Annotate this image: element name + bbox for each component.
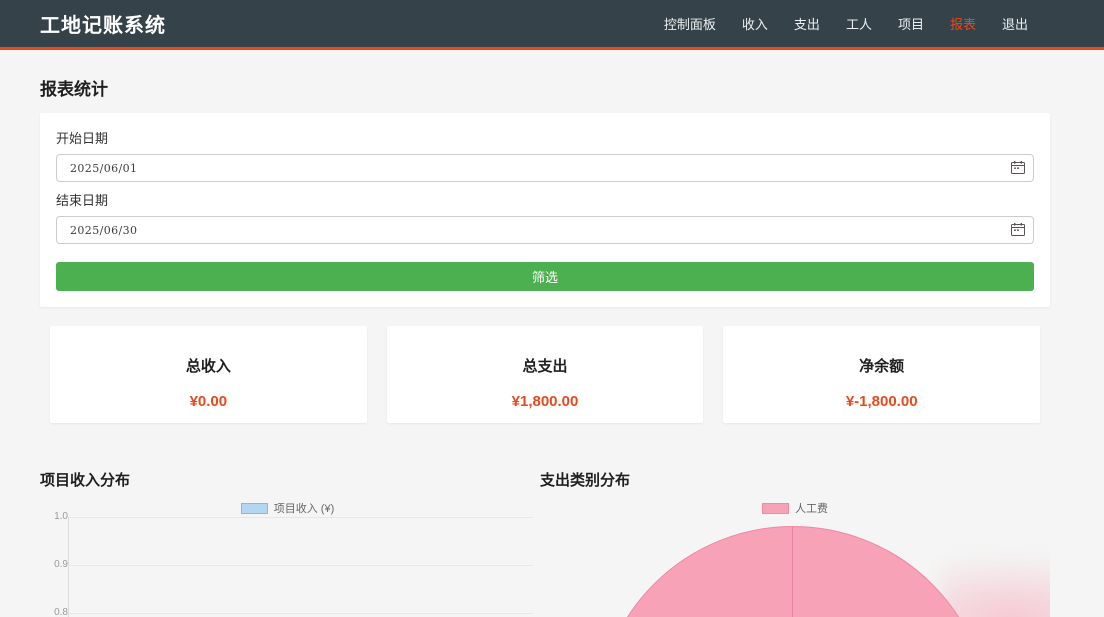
nav-item-dashboard[interactable]: 控制面板: [664, 14, 716, 33]
stat-card-expense: 总支出 ¥1,800.00: [387, 326, 704, 423]
nav-item-logout[interactable]: 退出: [1002, 14, 1028, 33]
chart-title: 项目收入分布: [40, 463, 535, 490]
calendar-icon[interactable]: [1011, 161, 1025, 174]
y-axis-line: [68, 517, 69, 617]
navbar: 工地记账系统 控制面板 收入 支出 工人 项目 报表 退出: [0, 0, 1104, 50]
main-nav: 控制面板 收入 支出 工人 项目 报表 退出: [664, 14, 1028, 33]
filter-card: 开始日期 结束日期 筛选: [40, 113, 1050, 307]
stat-value: ¥1,800.00: [387, 393, 704, 410]
expense-pie-chart: 支出类别分布 人工费: [540, 463, 1050, 617]
end-date-wrap: [56, 216, 1034, 244]
stat-value: ¥-1,800.00: [723, 393, 1040, 410]
nav-item-reports[interactable]: 报表: [950, 14, 976, 33]
end-date-input[interactable]: [56, 216, 1034, 244]
legend-label: 项目收入 (¥): [274, 500, 335, 516]
app-title: 工地记账系统: [40, 9, 166, 38]
stat-value: ¥0.00: [50, 393, 367, 410]
gridline: [68, 565, 533, 566]
stats-row: 总收入 ¥0.00 总支出 ¥1,800.00 净余额 ¥-1,800.00: [40, 326, 1050, 423]
bar-chart-legend[interactable]: 项目收入 (¥): [40, 500, 535, 516]
pie-area: [540, 463, 1050, 617]
y-tick: 0.8: [44, 607, 68, 617]
stat-label: 净余额: [723, 355, 1040, 376]
y-tick: 1.0: [44, 511, 68, 522]
nav-item-workers[interactable]: 工人: [846, 14, 872, 33]
calendar-icon[interactable]: [1011, 223, 1025, 236]
nav-item-income[interactable]: 收入: [742, 14, 768, 33]
start-date-label: 开始日期: [56, 128, 1034, 147]
nav-item-expense[interactable]: 支出: [794, 14, 820, 33]
y-tick: 0.9: [44, 559, 68, 570]
start-date-input[interactable]: [56, 154, 1034, 182]
stat-label: 总支出: [387, 355, 704, 376]
charts-row: 项目收入分布 项目收入 (¥) 1.0 0.9 0.8 支出类别分布 人工费: [40, 463, 1050, 617]
stat-card-income: 总收入 ¥0.00: [50, 326, 367, 423]
filter-button[interactable]: 筛选: [56, 262, 1034, 291]
gridline: [68, 517, 533, 518]
legend-swatch-icon: [241, 503, 268, 514]
end-date-label: 结束日期: [56, 190, 1034, 209]
main-content: 报表统计 开始日期 结束日期: [0, 75, 1090, 617]
nav-item-projects[interactable]: 项目: [898, 14, 924, 33]
stat-label: 总收入: [50, 355, 367, 376]
gridline: [68, 613, 533, 614]
pie-slice[interactable]: [596, 526, 990, 617]
pie-blur-artifact: [940, 553, 1050, 617]
page-title: 报表统计: [40, 75, 1050, 100]
stat-card-balance: 净余额 ¥-1,800.00: [723, 326, 1040, 423]
pie-slice-divider: [792, 527, 793, 617]
start-date-wrap: [56, 154, 1034, 182]
income-bar-chart: 项目收入分布 项目收入 (¥) 1.0 0.9 0.8: [40, 463, 535, 617]
